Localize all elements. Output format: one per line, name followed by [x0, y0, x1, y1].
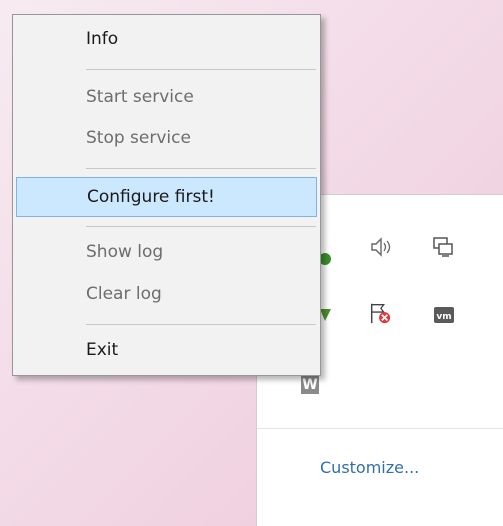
network-icon[interactable] [431, 235, 455, 259]
menu-item-label: Info [86, 29, 119, 49]
customize-link[interactable]: Customize... [320, 458, 419, 477]
menu-item-exit[interactable]: Exit [16, 333, 317, 369]
menu-separator [86, 226, 316, 227]
menu-item-clear-log[interactable]: Clear log [16, 277, 317, 313]
svg-text:vm: vm [436, 312, 451, 322]
menu-item-stop-service[interactable]: Stop service [16, 121, 317, 157]
action-center-flag-icon[interactable] [368, 301, 392, 325]
speaker-icon[interactable] [369, 235, 393, 259]
menu-separator [86, 324, 316, 325]
menu-item-label: Start service [86, 87, 194, 107]
menu-separator [86, 168, 316, 169]
green-arrow-icon[interactable] [319, 303, 333, 327]
menu-item-label: Clear log [86, 284, 162, 304]
menu-item-configure[interactable]: Configure first! [16, 177, 317, 217]
menu-item-label: Configure first! [87, 187, 215, 207]
tray-divider [257, 428, 503, 429]
green-app-icon[interactable] [319, 247, 333, 271]
menu-item-start-service[interactable]: Start service [16, 80, 317, 116]
vmware-icon[interactable]: vm [432, 303, 456, 327]
context-menu: Info Start service Stop service Configur… [12, 14, 321, 376]
menu-item-label: Show log [86, 242, 164, 262]
menu-item-label: Stop service [86, 128, 191, 148]
svg-text:W: W [302, 377, 317, 393]
menu-separator [86, 69, 316, 70]
menu-item-show-log[interactable]: Show log [16, 235, 317, 271]
menu-item-label: Exit [86, 340, 119, 360]
menu-item-info[interactable]: Info [16, 22, 317, 58]
